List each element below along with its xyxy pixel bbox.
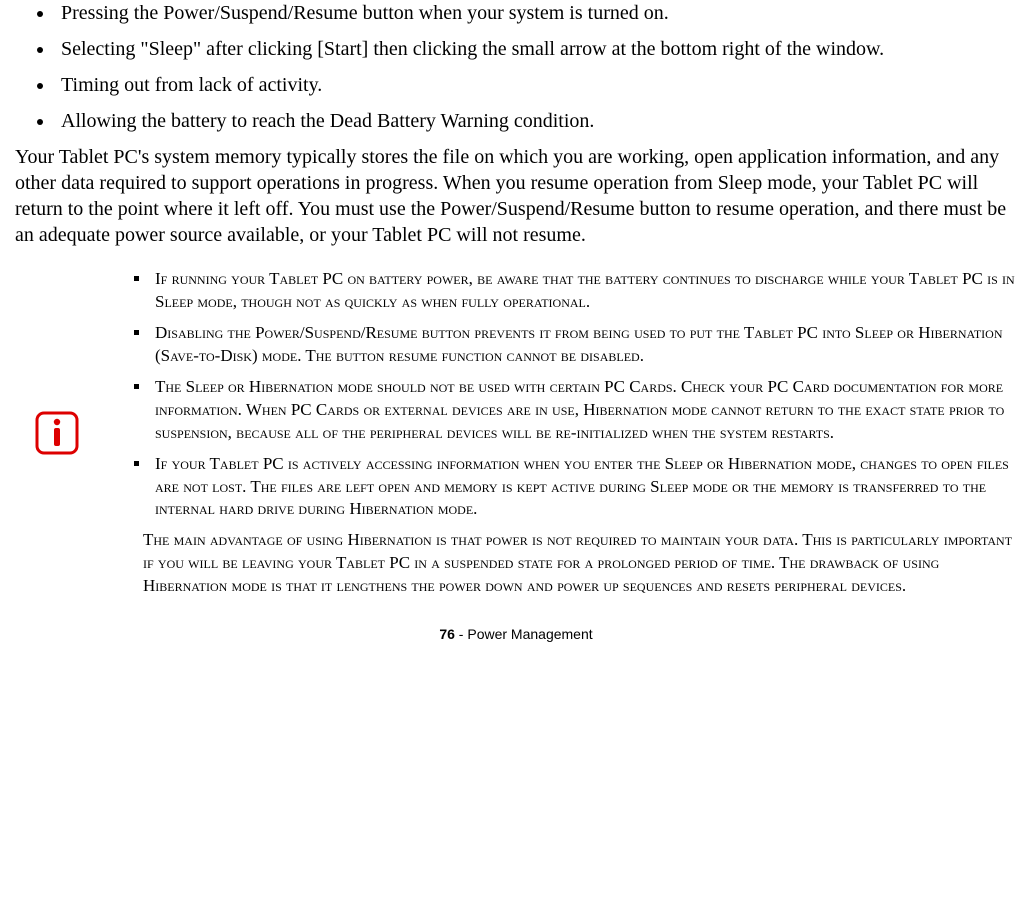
info-icon bbox=[35, 411, 79, 455]
info-note: The main advantage of using Hibernation … bbox=[135, 529, 1017, 598]
list-item: If your Tablet PC is actively accessing … bbox=[151, 453, 1017, 522]
page-footer: 76 - Power Management bbox=[15, 626, 1017, 642]
list-item: If running your Tablet PC on battery pow… bbox=[151, 268, 1017, 314]
list-item: Allowing the battery to reach the Dead B… bbox=[55, 108, 1017, 134]
footer-section: Power Management bbox=[467, 626, 592, 642]
page-content: Pressing the Power/Suspend/Resume button… bbox=[0, 0, 1032, 662]
info-callout: If running your Tablet PC on battery pow… bbox=[15, 268, 1017, 598]
page-number: 76 bbox=[439, 626, 455, 642]
list-item: Selecting "Sleep" after clicking [Start]… bbox=[55, 36, 1017, 62]
list-item: The Sleep or Hibernation mode should not… bbox=[151, 376, 1017, 445]
info-bullet-list: If running your Tablet PC on battery pow… bbox=[135, 268, 1017, 521]
body-paragraph: Your Tablet PC's system memory typically… bbox=[15, 144, 1017, 248]
info-content: If running your Tablet PC on battery pow… bbox=[135, 268, 1017, 598]
list-item: Disabling the Power/Suspend/Resume butto… bbox=[151, 322, 1017, 368]
top-bullet-list: Pressing the Power/Suspend/Resume button… bbox=[15, 0, 1017, 134]
list-item: Pressing the Power/Suspend/Resume button… bbox=[55, 0, 1017, 26]
footer-sep: - bbox=[455, 626, 467, 642]
list-item: Timing out from lack of activity. bbox=[55, 72, 1017, 98]
